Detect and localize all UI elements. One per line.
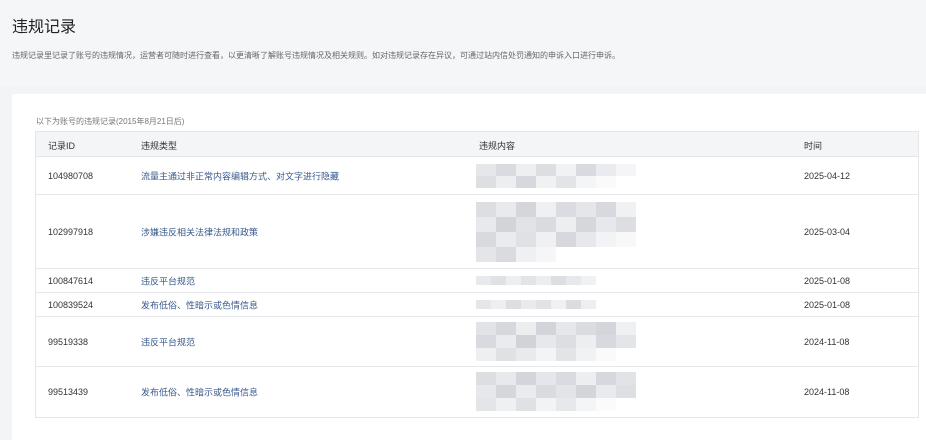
record-time: 2025-03-04: [804, 226, 851, 237]
violation-type-link[interactable]: 发布低俗、性暗示或色情信息: [141, 386, 258, 399]
records-caption: 以下为账号的违规记录(2015年8月21日后): [36, 117, 185, 126]
redaction-mosaic: [476, 300, 596, 309]
column-header-id: 记录ID: [48, 141, 76, 151]
violation-type-link[interactable]: 违反平台规范: [141, 274, 195, 287]
redaction-mosaic: [476, 276, 596, 285]
violation-type-link[interactable]: 涉嫌违反相关法律法规和政策: [141, 225, 258, 238]
record-id: 104980708: [48, 170, 94, 181]
table-header: 记录ID 违规类型 违规内容 时间: [36, 132, 918, 157]
page-header: 违规记录 违规记录里记录了账号的违规情况，运营者可随时进行查看，以更清晰了解账号…: [0, 0, 926, 86]
record-id: 99519338: [48, 336, 89, 347]
table-row: 99519338 违反平台规范 2024-11-08: [36, 317, 918, 367]
page-title: 违规记录: [12, 19, 77, 36]
record-time: 2024-11-08: [804, 387, 850, 397]
record-time: 2025-01-08: [804, 299, 851, 310]
table-row: 102997918 涉嫌违反相关法律法规和政策 2025-03-04: [36, 195, 918, 269]
record-id: 100839524: [48, 299, 94, 310]
column-header-type: 违规类型: [141, 141, 178, 151]
table-row: 99513439 发布低俗、性暗示或色情信息 2024-11-08: [36, 367, 918, 417]
page-description: 违规记录里记录了账号的违规情况，运营者可随时进行查看，以更清晰了解账号违规情况及…: [12, 51, 620, 60]
records-card: 以下为账号的违规记录(2015年8月21日后) 记录ID 违规类型 违规内容 时…: [12, 94, 926, 440]
redaction-mosaic: [476, 164, 636, 188]
redaction-mosaic: [476, 372, 636, 411]
table-row: 100839524 发布低俗、性暗示或色情信息 2025-01-08: [36, 293, 918, 317]
violation-table: 记录ID 违规类型 违规内容 时间 104980708 流量主通过非正常内容编辑…: [35, 131, 919, 418]
record-time: 2024-11-08: [804, 336, 850, 347]
table-row: 104980708 流量主通过非正常内容编辑方式、对文字进行隐藏 2025-04…: [36, 157, 918, 195]
redaction-mosaic: [476, 202, 636, 262]
record-time: 2025-01-08: [804, 275, 851, 286]
record-time: 2025-04-12: [804, 170, 851, 181]
table-row: 100847614 违反平台规范 2025-01-08: [36, 269, 918, 293]
redaction-mosaic: [476, 322, 636, 361]
column-header-content: 违规内容: [479, 141, 516, 151]
column-header-time: 时间: [804, 141, 823, 151]
violation-type-link[interactable]: 违反平台规范: [141, 335, 195, 348]
record-id: 102997918: [48, 226, 94, 237]
record-id: 99513439: [48, 387, 89, 397]
violation-type-link[interactable]: 流量主通过非正常内容编辑方式、对文字进行隐藏: [141, 169, 339, 182]
record-id: 100847614: [48, 275, 94, 286]
violation-type-link[interactable]: 发布低俗、性暗示或色情信息: [141, 298, 258, 311]
